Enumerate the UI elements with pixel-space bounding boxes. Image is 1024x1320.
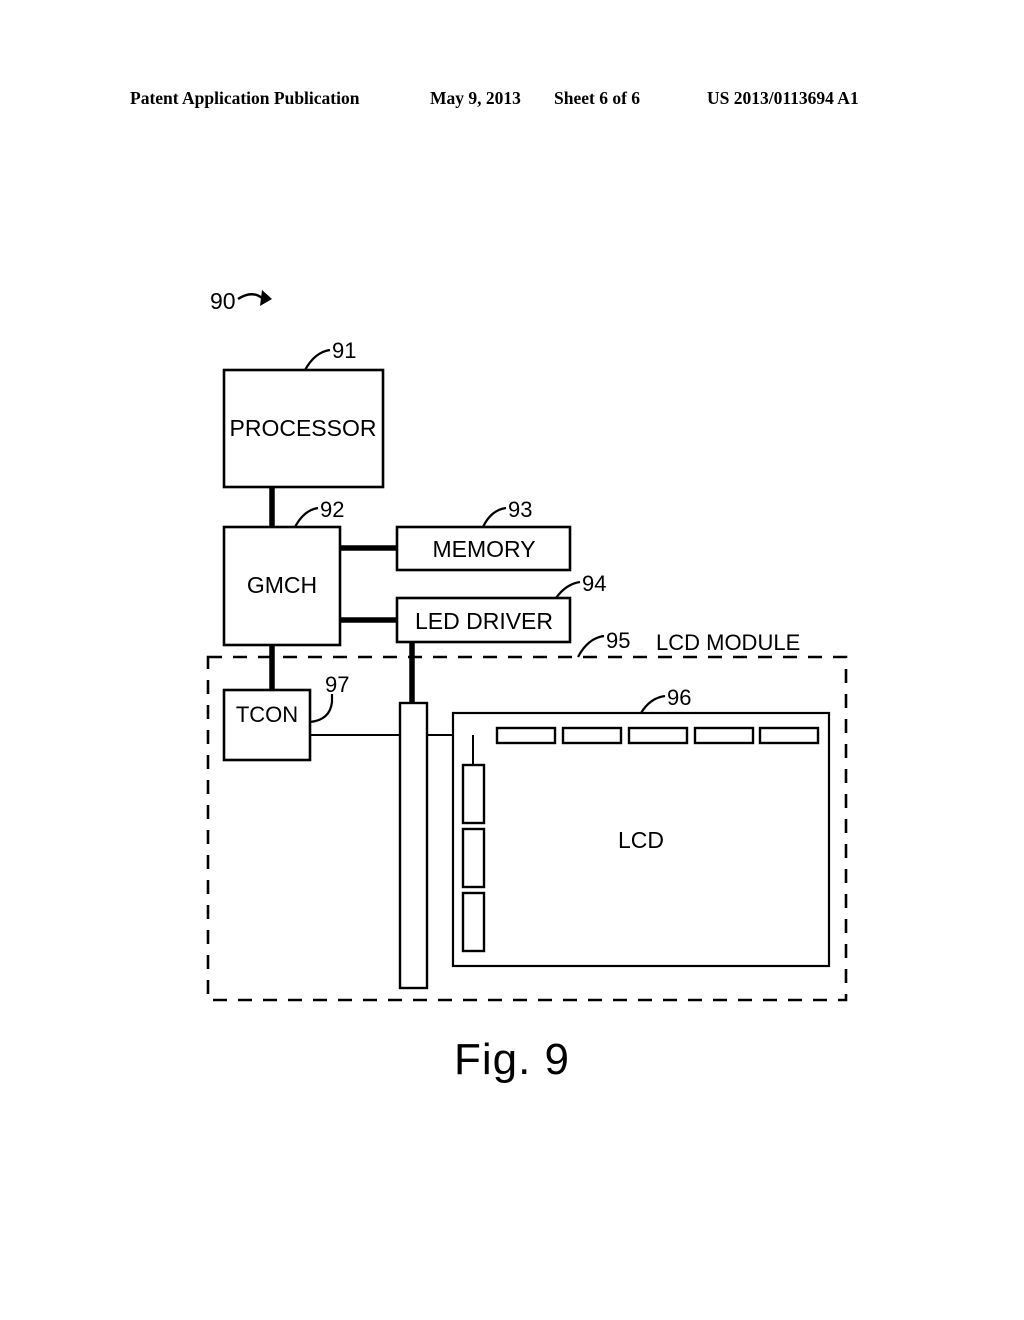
ref-91-leader-line xyxy=(304,348,331,371)
led-segment-top-5[interactable] xyxy=(758,726,820,745)
figure-9-diagram: 90 LCD MODULE 96 95 PROCESSOR 91 GMCH 92 xyxy=(206,288,848,1002)
ref-91-label: 91 xyxy=(332,338,356,363)
patent-figure-page: Patent Application Publication May 9, 20… xyxy=(0,0,1024,1320)
ref-94-leader-line xyxy=(555,580,581,599)
system-ref-90-arrowhead xyxy=(260,290,272,306)
ref-96-label: 96 xyxy=(667,685,691,710)
block-processor-label: PROCESSOR xyxy=(230,415,377,441)
ref-97-leader-line xyxy=(309,694,334,724)
lcd-module-label: LCD MODULE xyxy=(656,630,800,655)
block-lcd-label: LCD xyxy=(618,827,664,853)
figure-caption: Fig. 9 xyxy=(453,1035,571,1084)
led-segment-left-2[interactable] xyxy=(461,827,486,889)
ref-93-label: 93 xyxy=(508,497,532,522)
ref-92-label: 92 xyxy=(320,497,344,522)
block-tcon-label: TCON xyxy=(236,702,298,727)
ref-96-leader-line xyxy=(640,694,666,714)
led-light-bar[interactable] xyxy=(398,701,429,990)
led-segment-top-2[interactable] xyxy=(561,726,623,745)
ref-92-leader-line xyxy=(294,506,319,528)
led-segment-top-4[interactable] xyxy=(693,726,755,745)
system-ref-90-arrow-curve xyxy=(237,293,263,301)
led-segment-left-3[interactable] xyxy=(461,891,486,953)
ref-94-label: 94 xyxy=(582,571,606,596)
block-gmch-label: GMCH xyxy=(247,572,317,598)
ref-93-leader-line xyxy=(482,506,507,528)
led-segment-top-3[interactable] xyxy=(627,726,689,745)
system-ref-90-label: 90 xyxy=(210,288,236,314)
led-segment-top-1[interactable] xyxy=(495,726,557,745)
led-segment-left-1[interactable] xyxy=(461,763,486,825)
ref-97-label: 97 xyxy=(325,672,349,697)
lcd-module-ref-label: 95 xyxy=(606,628,630,653)
ref-95-leader-line xyxy=(577,634,605,658)
block-memory-label: MEMORY xyxy=(432,536,535,562)
block-led-driver-label: LED DRIVER xyxy=(415,608,553,634)
